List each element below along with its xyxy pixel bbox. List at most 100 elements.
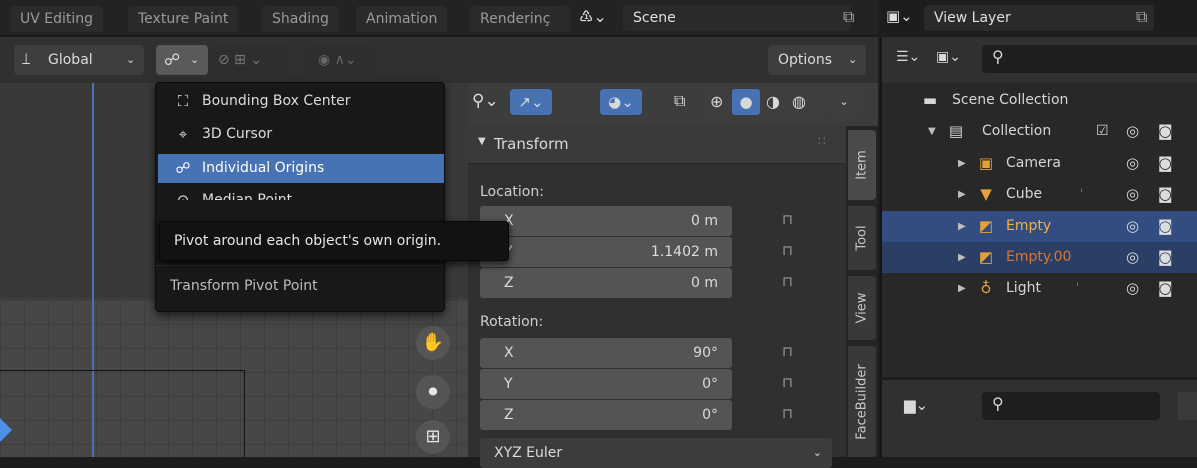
rotation-mode-dropdown[interactable]: XYZ Euler ⌄ [480, 438, 832, 468]
orientation-dropdown[interactable]: ⟘ Global ⌄ [14, 45, 144, 75]
transform-panel-header[interactable]: ▼ Transform ∷ [468, 126, 846, 164]
tab-facebuilder[interactable]: FaceBuilder [848, 346, 876, 457]
view-layer-selector[interactable]: ▣⌄ View Layer ⧉ [880, 4, 1197, 32]
outliner-row-camera[interactable]: ▶ ▣ Camera ◎ ◙ [882, 148, 1197, 179]
collection-icon: ▬ [922, 91, 938, 109]
properties-side-button[interactable] [1178, 392, 1197, 420]
camera-render-icon[interactable]: ◙ [1158, 211, 1173, 242]
tab-texture-paint[interactable]: Texture Paint [128, 6, 239, 32]
location-label: Location: [480, 184, 544, 200]
pan-hand-icon[interactable]: ✋ [416, 326, 450, 360]
field-value: 90° [693, 345, 718, 361]
row-label: Light [1006, 280, 1041, 296]
pivot-point-menu: ⛶ Bounding Box Center ⌖ 3D Cursor ☍ Indi… [155, 82, 445, 312]
tab-label: FaceBuilder [854, 363, 870, 440]
material-shading-icon[interactable]: ◑ [766, 92, 780, 111]
lock-icon[interactable]: ⊓ [782, 375, 800, 393]
gizmo-toggle-button[interactable]: ↗⌄ [510, 89, 552, 115]
outliner-row-scene-collection[interactable]: ▬ Scene Collection [882, 85, 1197, 116]
location-x-field[interactable]: X 0 m [480, 206, 732, 236]
tab-shading[interactable]: Shading [262, 6, 339, 32]
eye-icon[interactable]: ◎ [1126, 179, 1139, 210]
tab-rendering[interactable]: Renderinç [470, 6, 570, 32]
tab-uv-editing[interactable]: UV Editing [10, 6, 104, 32]
row-label: Camera [1006, 155, 1061, 171]
options-dropdown[interactable]: Options ⌄ [768, 45, 866, 75]
drag-handle-icon[interactable]: ∷ [818, 134, 826, 148]
eye-icon[interactable]: ◎ [1126, 211, 1139, 242]
display-mode-icon[interactable]: ☰⌄ [896, 49, 920, 65]
camera-render-icon[interactable]: ◙ [1158, 179, 1173, 210]
lock-icon[interactable]: ⊓ [782, 243, 800, 261]
shading-modes: ⊕ ● ◑ ◍ [704, 89, 824, 115]
visibility-icon[interactable]: ⚲⌄ [472, 91, 499, 111]
tab-label: Item [854, 150, 870, 180]
overlay-toggle-button[interactable]: ◕⌄ [600, 89, 642, 115]
expand-arrow-icon[interactable]: ▼ [928, 116, 936, 147]
view-layer-name-field[interactable]: View Layer [924, 5, 1154, 31]
menu-item-bounding-box-center[interactable]: ⛶ Bounding Box Center [158, 87, 444, 116]
menu-item-individual-origins[interactable]: ☍ Individual Origins [158, 154, 444, 183]
snap-button[interactable]: ⊘ ⊞ ⌄ [210, 45, 290, 75]
properties-search-input[interactable]: ⚲ [982, 392, 1160, 420]
lock-icon[interactable]: ⊓ [782, 344, 800, 362]
proportional-editing-button[interactable]: ◉ ∧⌄ [306, 45, 376, 75]
editor-type-icon[interactable]: ▆⌄ [904, 396, 928, 414]
eye-icon[interactable]: ◎ [1126, 273, 1139, 304]
rotation-y-field[interactable]: Y 0° [480, 369, 732, 399]
options-label: Options [778, 52, 833, 68]
lock-icon[interactable]: ⊓ [782, 406, 800, 424]
pivot-point-button[interactable]: ☍ ⌄ [156, 45, 208, 75]
expand-arrow-icon[interactable]: ▶ [958, 179, 966, 210]
xray-icon[interactable]: ⧉ [674, 91, 685, 111]
expand-arrow-icon[interactable]: ▶ [958, 148, 966, 179]
tab-item[interactable]: Item [848, 130, 876, 200]
rotation-x-field[interactable]: X 90° [480, 338, 732, 368]
field-value: 0 m [691, 275, 718, 291]
outliner-row-light[interactable]: ▶ ♁ Light ˈ ◎ ◙ [882, 273, 1197, 304]
camera-render-icon[interactable]: ◙ [1158, 148, 1173, 179]
field-value: 0° [702, 376, 718, 392]
expand-arrow-icon[interactable]: ▶ [958, 211, 966, 242]
rotation-z-field[interactable]: Z 0° [480, 400, 732, 430]
filter-icon[interactable]: ▣⌄ [936, 49, 961, 65]
eye-icon[interactable]: ◎ [1126, 148, 1139, 179]
rendered-shading-icon[interactable]: ◍ [792, 92, 806, 111]
outliner-row-empty[interactable]: ▶ ◩ Empty ◎ ◙ [882, 211, 1197, 242]
tooltip: Pivot around each object's own origin. [159, 221, 509, 261]
solid-shading-icon[interactable]: ● [732, 89, 760, 115]
camera-render-icon[interactable]: ◙ [1158, 116, 1173, 147]
wireframe-shading-icon[interactable]: ⊕ [710, 92, 723, 111]
eye-icon[interactable]: ◎ [1126, 242, 1139, 273]
expand-arrow-icon[interactable]: ▶ [958, 273, 966, 304]
ortho-grid-icon[interactable]: ⊞ [416, 420, 450, 454]
camera-render-icon[interactable]: ◙ [1158, 273, 1173, 304]
outliner-search-input[interactable]: ⚲ [982, 45, 1197, 73]
expand-arrow-icon[interactable]: ▶ [958, 242, 966, 273]
scene-name-field[interactable]: Scene [623, 5, 851, 31]
tab-view[interactable]: View [848, 276, 876, 340]
new-view-layer-icon[interactable]: ⧉ [1136, 7, 1147, 27]
camera-render-icon[interactable]: ◙ [1158, 242, 1173, 273]
outliner-header: ☰⌄ ▣⌄ ⚲ [882, 37, 1197, 83]
location-y-field[interactable]: Y 1.1402 m [480, 237, 732, 267]
camera-view-icon[interactable]: ⏺ [416, 375, 450, 409]
lock-icon[interactable]: ⊓ [782, 274, 800, 292]
menu-item-median-point[interactable]: ⊙ Median Point [158, 186, 444, 200]
menu-item-3d-cursor[interactable]: ⌖ 3D Cursor [158, 120, 444, 149]
rotation-label: Rotation: [480, 314, 544, 330]
shading-options-chevron-icon[interactable]: ⌄ [830, 89, 858, 115]
new-scene-icon[interactable]: ⧉ [843, 7, 854, 27]
snap-icon: ⊘ ⊞ ⌄ [218, 52, 263, 68]
location-z-field[interactable]: Z 0 m [480, 268, 732, 298]
outliner-row-cube[interactable]: ▶ ▼ Cube ˈ ◎ ◙ [882, 179, 1197, 210]
outliner-row-collection[interactable]: ▼ ▤ Collection ☑ ◎ ◙ [882, 116, 1197, 147]
orientation-icon: ⟘ [22, 52, 31, 68]
eye-icon[interactable]: ◎ [1126, 116, 1139, 147]
outliner-row-empty-001[interactable]: ▶ ◩ Empty.00 ◎ ◙ [882, 242, 1197, 273]
lock-icon[interactable]: ⊓ [782, 212, 800, 230]
scene-selector[interactable]: ♳⌄ Scene ⧉ [575, 4, 865, 32]
checkbox-icon[interactable]: ☑ [1096, 116, 1109, 147]
tab-animation[interactable]: Animation [356, 6, 448, 32]
tab-tool[interactable]: Tool [848, 206, 876, 270]
